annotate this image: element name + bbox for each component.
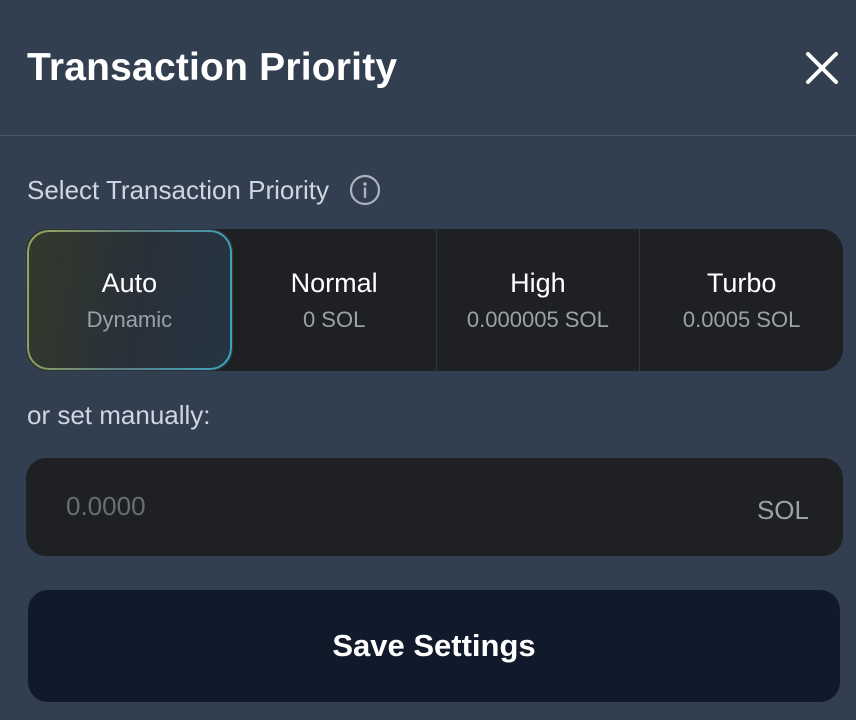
option-name: High <box>510 268 566 298</box>
priority-options: Auto Dynamic Normal 0 SOL High 0.000005 … <box>26 229 843 371</box>
priority-option-normal[interactable]: Normal 0 SOL <box>233 229 436 371</box>
option-fee: 0 SOL <box>302 307 366 332</box>
priority-label-text: Select Transaction Priority <box>27 175 330 205</box>
priority-section-label: Select Transaction Priority <box>27 173 381 207</box>
unit-label: SOL <box>756 495 809 525</box>
option-fee: 0.0005 SOL <box>682 307 801 332</box>
option-fee: 0.000005 SOL <box>466 307 609 332</box>
info-icon[interactable] <box>349 174 381 206</box>
priority-option-turbo[interactable]: Turbo 0.0005 SOL <box>639 229 843 371</box>
close-icon <box>806 52 838 84</box>
close-button[interactable] <box>800 46 844 90</box>
transaction-priority-modal: Transaction Priority Select Transaction … <box>0 0 856 720</box>
manual-fee-input[interactable] <box>66 486 666 526</box>
option-name: Normal <box>290 268 378 298</box>
manual-fee-field: SOL <box>26 458 843 556</box>
manual-label: or set manually: <box>27 400 211 430</box>
modal-header: Transaction Priority <box>0 0 856 136</box>
option-fee: Dynamic <box>86 307 173 332</box>
option-name: Turbo <box>706 268 777 298</box>
modal-title: Transaction Priority <box>27 46 398 89</box>
priority-option-auto[interactable]: Auto Dynamic <box>26 229 233 371</box>
priority-option-high[interactable]: High 0.000005 SOL <box>435 229 640 371</box>
save-settings-button[interactable]: Save Settings <box>28 590 840 702</box>
option-name: Auto <box>101 268 158 298</box>
